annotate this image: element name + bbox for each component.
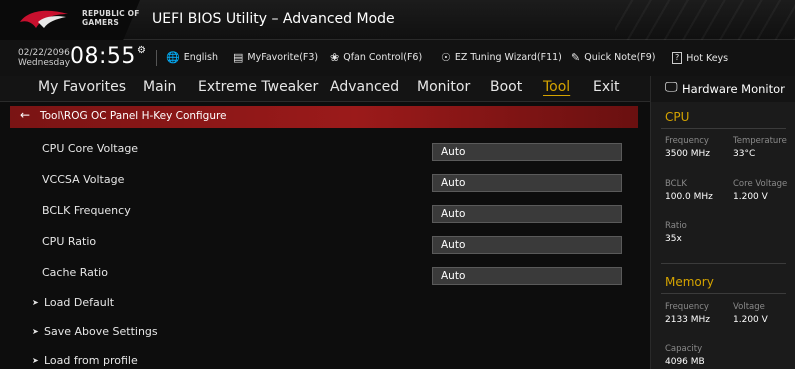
myfavorite-label: MyFavorite(F3) (247, 52, 319, 63)
caret-right-icon: ➤ (32, 298, 39, 307)
cpu-temperature-value: 33°C (733, 149, 756, 159)
hot-keys-button[interactable]: ? Hot Keys (672, 52, 728, 64)
cache-ratio-field[interactable]: Auto (432, 267, 622, 285)
main-nav: My Favorites Main Extreme Tweaker Advanc… (0, 76, 650, 102)
day-text: Wednesday (18, 57, 71, 68)
divider (156, 50, 157, 66)
globe-icon: 🌐 (166, 50, 180, 64)
memory-section-title: Memory (665, 275, 714, 289)
submenu-label: Save Above Settings (44, 325, 158, 338)
header-decoration (615, 0, 795, 40)
ratio-value: 35x (665, 234, 682, 244)
hardware-monitor-panel: 🖵 Hardware Monitor CPU Frequency Tempera… (650, 76, 795, 369)
tab-advanced[interactable]: Advanced (330, 79, 399, 95)
cpu-temperature-label: Temperature (733, 136, 787, 146)
memory-frequency-label: Frequency (665, 302, 709, 312)
submenu-label: Load from profile (44, 354, 138, 367)
divider (661, 293, 786, 294)
tab-my-favorites[interactable]: My Favorites (38, 79, 126, 95)
submenu-load-default[interactable]: ➤ Load Default (10, 290, 638, 316)
submenu-save-above-settings[interactable]: ➤ Save Above Settings (10, 319, 638, 345)
tab-exit[interactable]: Exit (593, 79, 620, 95)
setting-label: CPU Core Voltage (42, 142, 139, 155)
back-arrow-icon[interactable]: ← (20, 108, 30, 122)
core-voltage-value: 1.200 V (733, 192, 768, 202)
setting-row-cache-ratio: Cache Ratio Auto (10, 257, 638, 287)
breadcrumb[interactable]: ← Tool\ROG OC Panel H-Key Configure (10, 106, 638, 128)
toolbar: 02/22/2096 Wednesday 08:55 ⚙ 🌐 English ▤… (0, 40, 795, 76)
hot-keys-label: Hot Keys (686, 52, 729, 64)
submenu-label: Load Default (44, 296, 115, 309)
ratio-label: Ratio (665, 221, 687, 231)
breadcrumb-path: Tool\ROG OC Panel H-Key Configure (40, 110, 227, 122)
app-title: UEFI BIOS Utility – Advanced Mode (152, 11, 395, 27)
setting-label: BCLK Frequency (42, 204, 131, 217)
tab-monitor[interactable]: Monitor (417, 79, 470, 95)
qfan-label: Qfan Control(F6) (343, 52, 423, 63)
settings-panel: CPU Core Voltage Auto VCCSA Voltage Auto… (10, 130, 638, 369)
language-label: English (183, 52, 219, 63)
setting-row-vccsa-voltage: VCCSA Voltage Auto (10, 164, 638, 194)
clock-time: 08:55 (70, 44, 136, 69)
favorite-icon: ▤ (233, 50, 244, 64)
gear-icon[interactable]: ⚙ (137, 45, 146, 56)
setting-label: Cache Ratio (42, 266, 108, 279)
cpu-section-title: CPU (665, 110, 690, 124)
memory-voltage-value: 1.200 V (733, 315, 768, 325)
bclk-label: BCLK (665, 179, 687, 189)
memory-frequency-value: 2133 MHz (665, 315, 711, 325)
quick-note-label: Quick Note(F9) (584, 52, 656, 63)
brand-text: REPUBLIC OF GAMERS (82, 9, 140, 27)
qfan-control-button[interactable]: ❀ Qfan Control(F6) (330, 50, 423, 64)
memory-voltage-label: Voltage (733, 302, 765, 312)
brand-line1: REPUBLIC OF (82, 9, 140, 18)
bclk-value: 100.0 MHz (665, 192, 713, 202)
tab-boot[interactable]: Boot (490, 79, 522, 95)
tab-tool[interactable]: Tool (543, 79, 570, 95)
ez-tuning-label: EZ Tuning Wizard(F11) (454, 52, 562, 63)
memory-capacity-label: Capacity (665, 344, 703, 354)
date-display: 02/22/2096 Wednesday (18, 48, 71, 68)
vccsa-voltage-field[interactable]: Auto (432, 174, 622, 192)
hardware-monitor-header: 🖵 Hardware Monitor (651, 76, 795, 102)
memory-capacity-value: 4096 MB (665, 357, 705, 367)
tab-main[interactable]: Main (143, 79, 176, 95)
setting-row-cpu-ratio: CPU Ratio Auto (10, 226, 638, 256)
myfavorite-button[interactable]: ▤ MyFavorite(F3) (233, 50, 319, 64)
ez-tuning-wizard-button[interactable]: ☉ EZ Tuning Wizard(F11) (441, 50, 562, 64)
divider (661, 263, 786, 264)
cpu-ratio-field[interactable]: Auto (432, 236, 622, 254)
divider (661, 128, 786, 129)
setting-label: VCCSA Voltage (42, 173, 125, 186)
caret-right-icon: ➤ (32, 356, 39, 365)
title-bar: REPUBLIC OF GAMERS UEFI BIOS Utility – A… (0, 0, 795, 40)
caret-right-icon: ➤ (32, 327, 39, 336)
core-voltage-label: Core Voltage (733, 179, 788, 189)
fan-icon: ❀ (330, 50, 340, 64)
tab-extreme-tweaker[interactable]: Extreme Tweaker (198, 79, 318, 95)
bulb-icon: ☉ (441, 50, 451, 64)
bclk-frequency-field[interactable]: Auto (432, 205, 622, 223)
cpu-frequency-label: Frequency (665, 136, 709, 146)
setting-row-cpu-core-voltage: CPU Core Voltage Auto (10, 133, 638, 163)
note-icon: ✎ (571, 50, 581, 64)
cpu-core-voltage-field[interactable]: Auto (432, 143, 622, 161)
brand-line2: GAMERS (82, 18, 119, 27)
submenu-load-from-profile[interactable]: ➤ Load from profile (10, 348, 638, 369)
rog-eye-icon (20, 10, 68, 28)
language-button[interactable]: 🌐 English (166, 50, 219, 64)
hardware-monitor-title: Hardware Monitor (682, 82, 785, 96)
help-icon: ? (672, 52, 683, 64)
monitor-icon: 🖵 (665, 80, 678, 95)
setting-label: CPU Ratio (42, 235, 97, 248)
cpu-frequency-value: 3500 MHz (665, 149, 711, 159)
setting-row-bclk-frequency: BCLK Frequency Auto (10, 195, 638, 225)
quick-note-button[interactable]: ✎ Quick Note(F9) (571, 50, 656, 64)
